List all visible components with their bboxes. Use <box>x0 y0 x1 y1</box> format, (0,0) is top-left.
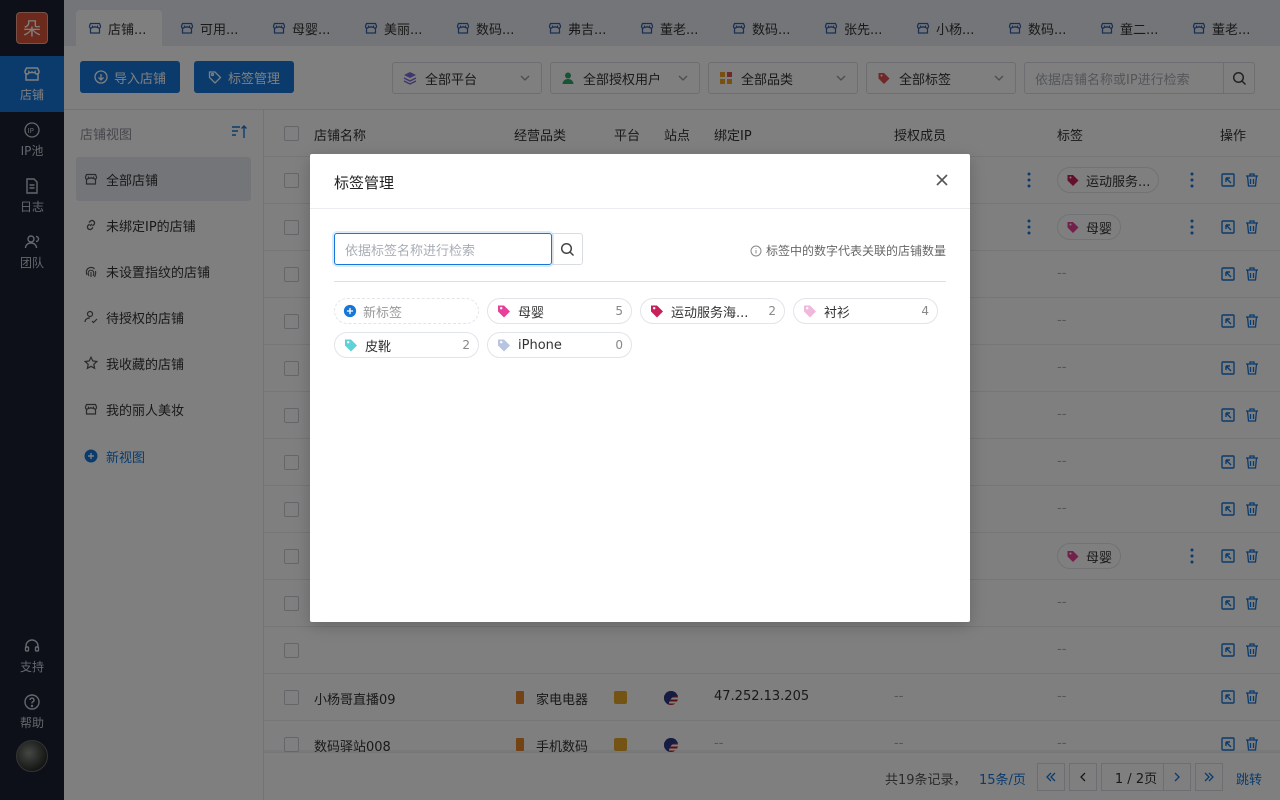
tag-manage-dialog: 标签管理 依据标签名称进行检索 标签中的数字代表关联的店铺数量 新标签 母婴 5 运动… <box>310 154 970 622</box>
tag-search-button[interactable] <box>552 233 583 265</box>
tag-chip-label: iPhone <box>518 337 562 353</box>
tag-chip[interactable]: 衬衫 4 <box>793 298 938 324</box>
tag-search-input[interactable]: 依据标签名称进行检索 <box>334 233 552 265</box>
tag-chip[interactable]: iPhone 0 <box>487 332 632 358</box>
close-icon[interactable] <box>934 172 950 188</box>
tag-count-hint: 标签中的数字代表关联的店铺数量 <box>750 242 946 259</box>
search-icon <box>560 242 575 256</box>
tag-chip[interactable]: 皮靴 2 <box>334 332 479 358</box>
info-icon <box>750 245 762 256</box>
tag-chip-label: 运动服务海... <box>671 305 749 321</box>
tag-chip-count: 4 <box>921 304 929 318</box>
tag-icon <box>498 339 510 352</box>
tag-icon <box>345 339 357 352</box>
tag-chip-count: 2 <box>462 338 470 352</box>
new-tag-button[interactable]: 新标签 <box>334 298 479 324</box>
tag-chip-label: 母婴 <box>518 305 545 321</box>
dialog-title: 标签管理 <box>334 174 395 192</box>
tag-icon <box>651 305 663 318</box>
divider <box>334 281 946 282</box>
tag-icon <box>498 305 510 318</box>
tag-chip[interactable]: 运动服务海... 2 <box>640 298 785 324</box>
dialog-header: 标签管理 <box>310 154 970 209</box>
plus-circle-icon <box>343 304 357 318</box>
tag-chip-label: 衬衫 <box>824 305 851 321</box>
tag-chip-count: 5 <box>615 304 623 318</box>
tag-chip-count: 2 <box>768 304 776 318</box>
tag-chip-label: 皮靴 <box>365 339 392 355</box>
tag-chip[interactable]: 母婴 5 <box>487 298 632 324</box>
tag-chip-count: 0 <box>615 338 623 352</box>
tag-icon <box>804 305 816 318</box>
